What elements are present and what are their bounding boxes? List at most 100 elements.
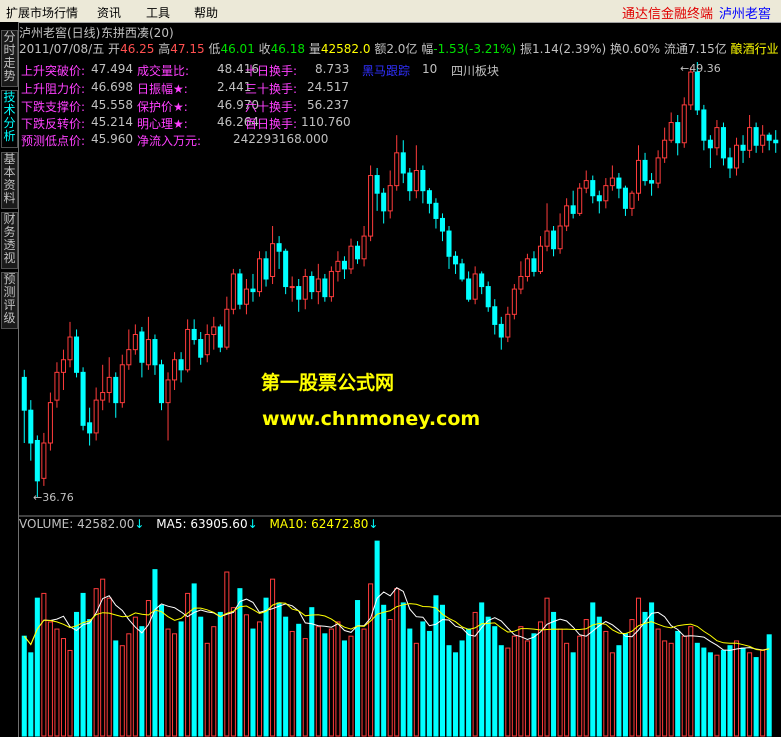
volume-bar	[355, 600, 361, 737]
candle-body	[361, 235, 367, 260]
ind-value: 110.760	[301, 115, 351, 129]
volume-bar	[381, 604, 387, 737]
volume-bar	[322, 633, 328, 737]
candle-body	[570, 205, 576, 214]
volume-bar	[570, 652, 576, 737]
volume-bar	[459, 640, 465, 737]
tab-fundamentals[interactable]: 基本资料	[1, 152, 18, 209]
ind-label: 上升阻力价:	[21, 82, 86, 96]
volume-bar	[583, 619, 589, 737]
volume-bar	[649, 602, 655, 737]
candle-body	[727, 157, 733, 169]
volume-bar	[283, 616, 289, 737]
candle-body	[172, 359, 178, 381]
volume-bar	[446, 645, 452, 737]
menu-extended-market[interactable]: 扩展市场行情	[6, 4, 78, 21]
ind-label: 保护价★:	[137, 100, 188, 114]
menu-tools[interactable]: 工具	[146, 4, 170, 21]
candle-body	[629, 192, 635, 209]
tab-intraday[interactable]: 分时走势	[1, 30, 18, 87]
candle-body	[577, 187, 583, 214]
ind-value: 56.237	[307, 98, 349, 112]
volume-bar	[191, 583, 197, 737]
ind-label: 下跌支撑价:	[21, 100, 86, 114]
volume-bar	[531, 633, 537, 737]
chart-area[interactable]: 泸州老窖(日线) 东拼西凑(20) 2011/07/08/五 开46.25 高4…	[19, 22, 781, 737]
candle-body	[609, 177, 615, 187]
volume-arrow-icon: ↓	[134, 517, 145, 531]
volume-bar	[635, 597, 642, 737]
volume-bar	[21, 635, 27, 737]
volume-bar	[139, 626, 145, 737]
volume-bar	[675, 630, 681, 737]
candle-body	[564, 205, 570, 227]
ind-value: 242293168.000	[233, 132, 329, 146]
volume-bar	[361, 628, 367, 737]
candle-body	[459, 263, 465, 280]
candle-body	[655, 157, 661, 184]
menu-news[interactable]: 资讯	[97, 4, 121, 21]
volume-bar	[276, 602, 282, 737]
low-price-value: 36.76	[42, 491, 74, 504]
volume-bar	[492, 626, 498, 737]
volume-bar	[524, 640, 530, 737]
candle-body	[453, 255, 459, 265]
candle-body	[603, 185, 609, 202]
ind-label: 上升突破价:	[21, 64, 86, 78]
ind-label: 三十换手:	[245, 82, 298, 96]
candle-body	[296, 286, 302, 300]
ind-value: 45.558	[91, 98, 133, 112]
volume-bar	[720, 649, 726, 737]
ind-label: 六十换手:	[245, 100, 298, 114]
candle-layer	[21, 62, 779, 497]
volume-bar	[557, 628, 563, 737]
volume-layer	[21, 540, 772, 737]
candle-body	[185, 328, 191, 371]
ind-label: 明心理★:	[137, 117, 188, 131]
ma5-label: MA5: 63905.60	[156, 517, 248, 531]
candle-body	[152, 339, 158, 366]
volume-bar	[198, 616, 204, 737]
volume-bar	[256, 621, 263, 737]
ma10-label: MA10: 62472.80	[269, 517, 369, 531]
candle-body	[675, 122, 681, 144]
candle-body	[28, 409, 34, 444]
candle-body	[694, 71, 700, 111]
volume-bar	[263, 597, 269, 737]
volume-bar	[616, 645, 622, 737]
volume-bar	[172, 633, 178, 737]
volume-bar	[426, 630, 432, 737]
volume-bar	[551, 611, 557, 737]
high-price-value: 49.36	[689, 62, 721, 75]
candle-body	[524, 258, 530, 277]
terminal-name: 通达信金融终端	[621, 7, 713, 22]
volume-bar	[466, 628, 472, 737]
candle-body	[433, 202, 439, 219]
volume-label: VOLUME: 42582.00	[19, 517, 135, 531]
candle-body	[139, 331, 145, 363]
candle-body	[113, 376, 119, 404]
candle-body	[283, 250, 289, 288]
candle-body	[309, 275, 315, 293]
tab-technical-analysis[interactable]: 技术分析	[1, 90, 18, 148]
volume-bar	[564, 642, 570, 737]
tab-financials[interactable]: 财务透视	[1, 212, 18, 269]
tab-rating[interactable]: 预测评级	[1, 272, 18, 329]
volume-bar	[34, 597, 40, 737]
candle-body	[315, 278, 321, 293]
candle-body	[544, 230, 550, 247]
candle-body	[413, 169, 419, 192]
volume-bar	[341, 640, 347, 737]
volume-bar	[766, 634, 772, 737]
candle-body	[446, 230, 452, 257]
menu-help[interactable]: 帮助	[194, 4, 218, 21]
candle-body	[472, 273, 478, 300]
candle-body	[145, 339, 151, 366]
candle-body	[616, 177, 622, 189]
volume-bar	[309, 607, 315, 737]
candle-body	[87, 422, 93, 434]
candle-body	[119, 364, 125, 404]
candle-body	[479, 273, 485, 288]
volume-bar	[727, 645, 733, 737]
candle-body	[642, 159, 648, 182]
